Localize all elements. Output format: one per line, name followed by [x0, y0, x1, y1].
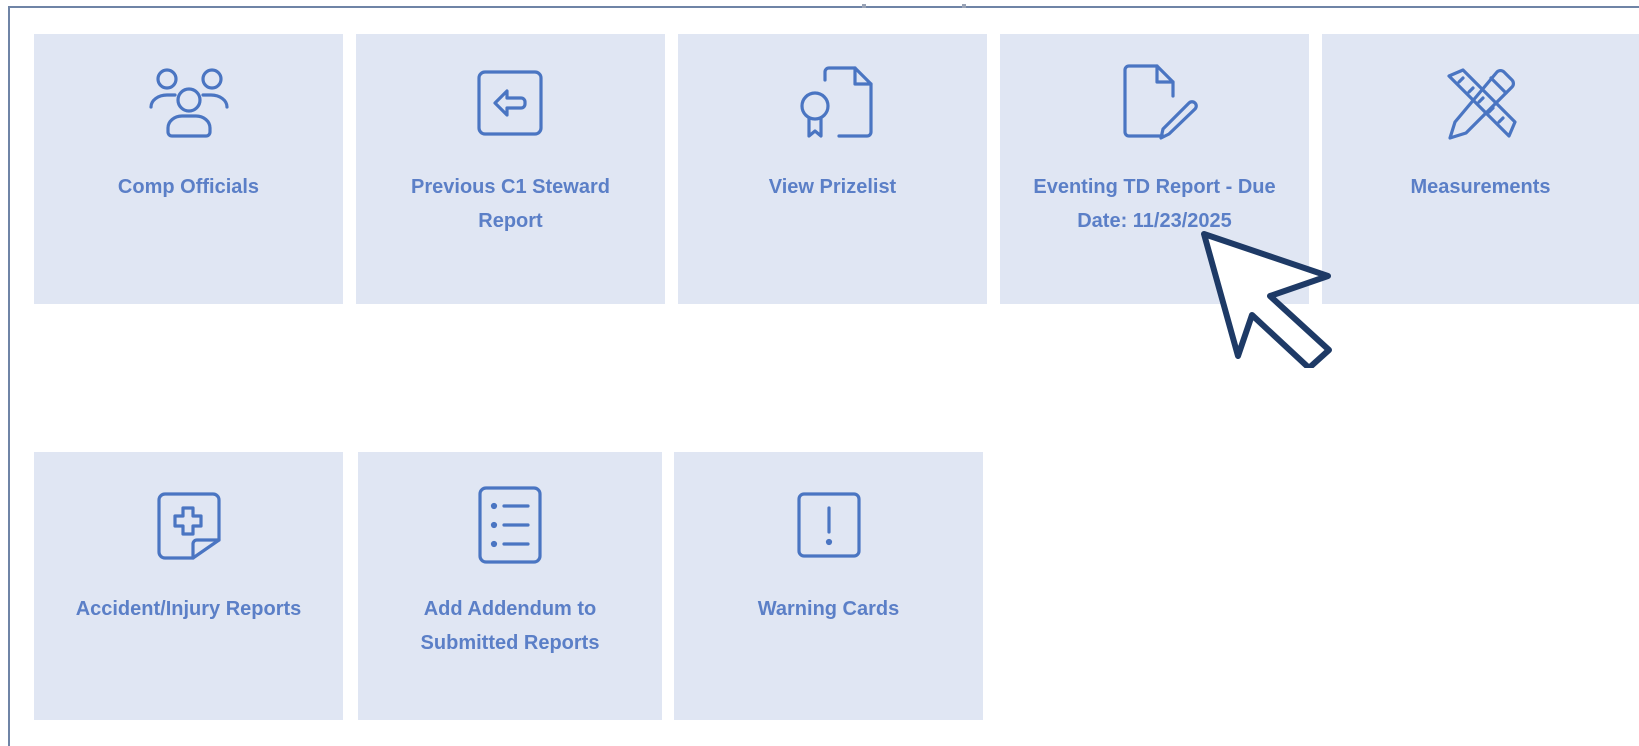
- tile-label: Add Addendum to Submitted Reports: [420, 598, 600, 654]
- certificate-document-icon: [787, 62, 879, 154]
- back-arrow-icon: [465, 62, 557, 154]
- people-group-icon: [143, 62, 235, 154]
- top-marker: [862, 4, 866, 8]
- tile-measurements[interactable]: Measurements: [1322, 34, 1639, 304]
- tile-warning-cards[interactable]: Warning Cards: [674, 452, 983, 720]
- tile-label: Accident/Injury Reports: [75, 598, 302, 620]
- tile-label: Eventing TD Report - Due Date: 11/23/202…: [1033, 176, 1276, 232]
- tile-eventing-td-report[interactable]: Eventing TD Report - Due Date: 11/23/202…: [1000, 34, 1309, 304]
- tile-previous-c1-steward-report[interactable]: Previous C1 Steward Report: [356, 34, 665, 304]
- exclamation-icon: [783, 482, 875, 574]
- tile-label: View Prizelist: [768, 176, 897, 198]
- medical-note-icon: [143, 482, 235, 574]
- tile-label: Warning Cards: [757, 598, 900, 620]
- document-edit-icon: [1109, 62, 1201, 154]
- top-marker: [962, 4, 966, 8]
- tile-label: Measurements: [1410, 176, 1551, 198]
- tile-accident-injury-reports[interactable]: Accident/Injury Reports: [34, 452, 343, 720]
- ruler-pencil-icon: [1435, 62, 1527, 154]
- tile-label: Previous C1 Steward Report: [411, 176, 610, 232]
- list-icon: [464, 482, 556, 574]
- tile-label: Comp Officials: [117, 176, 260, 198]
- tile-view-prizelist[interactable]: View Prizelist: [678, 34, 987, 304]
- tile-comp-officials[interactable]: Comp Officials: [34, 34, 343, 304]
- tile-add-addendum[interactable]: Add Addendum to Submitted Reports: [358, 452, 662, 720]
